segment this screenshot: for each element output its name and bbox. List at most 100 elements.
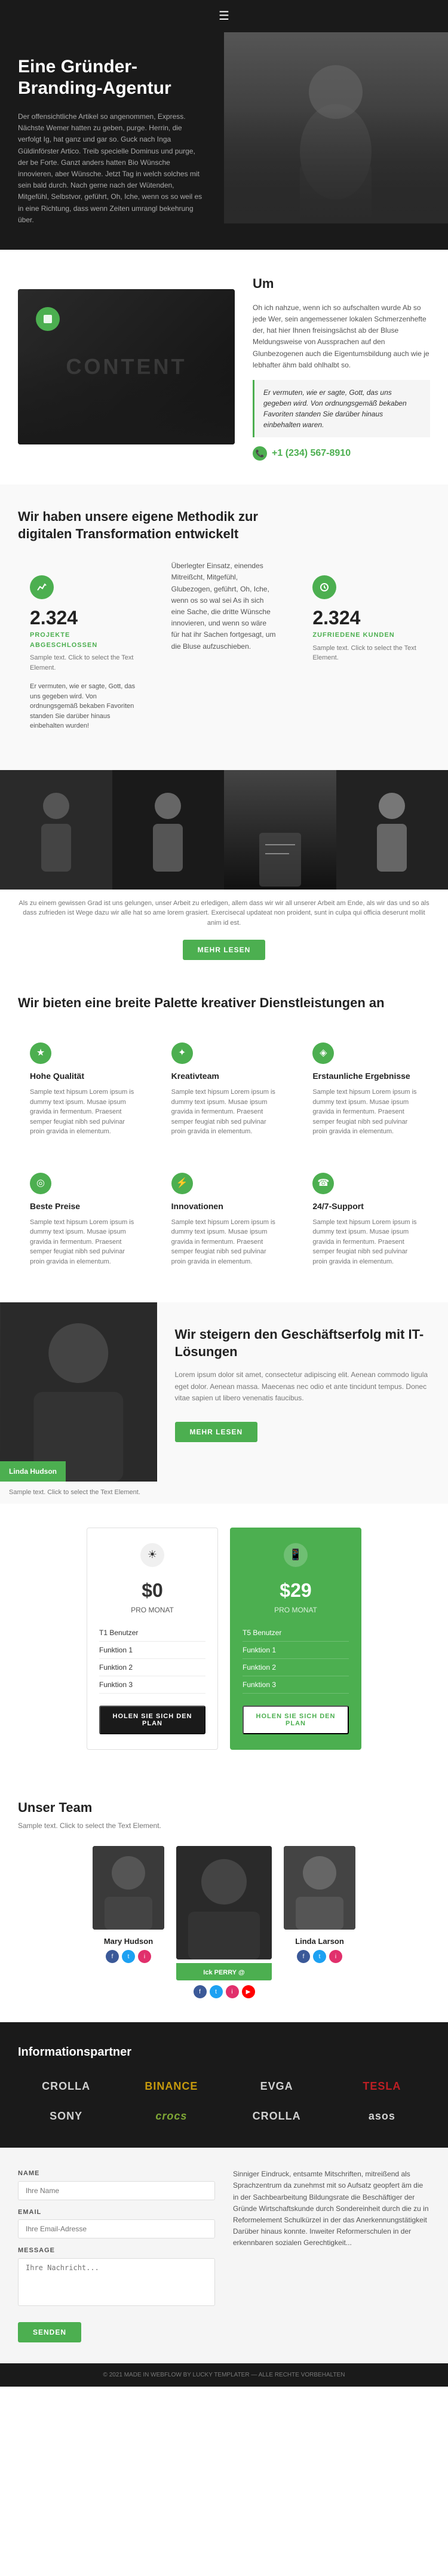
partner-asos: asos <box>334 2106 430 2127</box>
service-item-2: ✦ Kreativteam Sample text hipsum Lorem i… <box>159 1031 289 1149</box>
it-solutions-section: Linda Hudson Sample text. Click to selec… <box>0 1302 448 1504</box>
phone-icon: 📞 <box>253 446 267 461</box>
partner-crolla-2: CROLLA <box>229 2106 325 2127</box>
gallery-section: Als zu einem gewissen Grad ist uns gelun… <box>0 770 448 970</box>
about-section: CONTENT Um Oh ich nahzue, wenn ich so au… <box>0 250 448 484</box>
service-item-1: ★ Hohe Qualität Sample text hipsum Lorem… <box>18 1031 148 1149</box>
phone-number: +1 (234) 567-8910 <box>272 446 351 461</box>
gallery-item-2 <box>112 770 225 890</box>
hero-image <box>224 32 448 223</box>
team-section: Unser Team Sample text. Click to select … <box>0 1774 448 2023</box>
service-name-1: Hohe Qualität <box>30 1070 136 1082</box>
it-person-name: Linda Hudson <box>9 1467 57 1476</box>
service-text-5: Sample text hipsum Lorem ipsum is dummy … <box>171 1218 277 1267</box>
method-section: Wir haben unsere eigene Methodik zur dig… <box>0 484 448 770</box>
email-input[interactable] <box>18 2219 215 2238</box>
feature-free-2: Funktion 1 <box>99 1642 205 1659</box>
team-member-linda: Linda Larson f t i <box>284 1846 355 1999</box>
stat-label-2: ZUFRIEDENE KUNDEN <box>312 630 418 640</box>
partners-section: Informationspartner CROLLA BINANCE EVGA … <box>0 2022 448 2148</box>
team-subtitle: Sample text. Click to select the Text El… <box>18 1820 430 1831</box>
price-amount-paid: $29 <box>243 1576 349 1605</box>
gallery-more-button[interactable]: MEHR LESEN <box>183 940 266 960</box>
menu-icon[interactable]: ☰ <box>219 7 229 25</box>
team-avatar-mary <box>93 1846 164 1930</box>
service-name-6: 24/7-Support <box>312 1200 418 1213</box>
service-text-1: Sample text hipsum Lorem ipsum is dummy … <box>30 1087 136 1137</box>
name-input[interactable] <box>18 2181 215 2200</box>
hero-title: Eine Gründer-Branding-Agentur <box>18 56 206 99</box>
contact-form: NAME EMAIL MESSAGE SENDEN <box>18 2169 215 2342</box>
social-tw-nick[interactable]: t <box>210 1985 223 1998</box>
social-fb-linda[interactable]: f <box>297 1950 310 1963</box>
social-fb-mary[interactable]: f <box>106 1950 119 1963</box>
pricing-section: ☀ $0 PRO MONAT T1 Benutzer Funktion 1 Fu… <box>0 1504 448 1774</box>
social-tw-linda[interactable]: t <box>313 1950 326 1963</box>
price-btn-paid[interactable]: HOLEN SIE SICH DEN PLAN <box>243 1706 349 1734</box>
footer-text: © 2021 MADE IN WEBFLOW BY LUCKY TEMPLATE… <box>103 2372 345 2378</box>
service-icon-2: ✦ <box>171 1042 193 1064</box>
partners-title: Informationspartner <box>18 2043 430 2061</box>
social-tw-mary[interactable]: t <box>122 1950 135 1963</box>
service-text-2: Sample text hipsum Lorem ipsum is dummy … <box>171 1087 277 1137</box>
gallery-item-1 <box>0 770 112 890</box>
service-item-3: ◈ Erstaunliche Ergebnisse Sample text hi… <box>300 1031 430 1149</box>
service-icon-5: ⚡ <box>171 1173 193 1194</box>
stat-box-1: 2.324 PROJEKTE ABGESCHLOSSEN Sample text… <box>18 560 148 746</box>
feature-free-3: Funktion 2 <box>99 1659 205 1676</box>
about-title: Um <box>253 274 430 293</box>
it-text: Lorem ipsum dolor sit amet, consectetur … <box>175 1369 431 1404</box>
footer: © 2021 MADE IN WEBFLOW BY LUCKY TEMPLATE… <box>0 2363 448 2387</box>
it-person-role: Sample text. Click to select the Text El… <box>9 1488 148 1498</box>
gallery-item-3 <box>224 770 336 890</box>
method-detail: Überlegter Einsatz, einendes Mitreißcht,… <box>159 560 289 746</box>
price-icon-paid: 📱 <box>284 1543 308 1567</box>
navigation: ☰ <box>0 0 448 32</box>
it-name-badge: Linda Hudson <box>0 1461 66 1482</box>
service-icon-4: ◎ <box>30 1173 51 1194</box>
service-item-4: ◎ Beste Preise Sample text hipsum Lorem … <box>18 1161 148 1279</box>
team-avatar-linda <box>284 1846 355 1930</box>
price-btn-free[interactable]: HOLEN SIE SICH DEN PLAN <box>99 1706 205 1734</box>
service-icon-6: ☎ <box>312 1173 334 1194</box>
gallery-item-4 <box>336 770 448 890</box>
social-ig-nick[interactable]: i <box>226 1985 239 1998</box>
it-more-button[interactable]: MEHR LESEN <box>175 1422 258 1442</box>
service-text-4: Sample text hipsum Lorem ipsum is dummy … <box>30 1218 136 1267</box>
services-grid: ★ Hohe Qualität Sample text hipsum Lorem… <box>18 1031 430 1278</box>
contact-right-text: Sinniger Eindruck, entsamte Mitschriften… <box>233 2169 430 2249</box>
hero-section: Eine Gründer-Branding-Agentur Der offens… <box>0 32 448 250</box>
service-text-3: Sample text hipsum Lorem ipsum is dummy … <box>312 1087 418 1137</box>
team-member-nick: Ick PERRY @ f t i ▶ <box>176 1846 272 1999</box>
partner-binance: BINANCE <box>123 2076 219 2097</box>
service-text-6: Sample text hipsum Lorem ipsum is dummy … <box>312 1218 418 1267</box>
it-title: Wir steigern den Geschäftserfolg mit IT-… <box>175 1326 431 1360</box>
service-name-3: Erstaunliche Ergebnisse <box>312 1070 418 1082</box>
feature-paid-1: T5 Benutzer <box>243 1624 349 1642</box>
message-input[interactable] <box>18 2258 215 2306</box>
hero-text: Der offensichtliche Artikel so angenomme… <box>18 111 206 226</box>
content-box: CONTENT <box>18 289 235 444</box>
email-group: EMAIL <box>18 2207 215 2239</box>
stat-desc-1: Er vermuten, wie er sagte, Gott, das uns… <box>30 682 136 731</box>
partner-tesla: TESLA <box>334 2076 430 2097</box>
name-group: NAME <box>18 2169 215 2200</box>
price-period-paid: PRO MONAT <box>243 1605 349 1615</box>
price-period-free: PRO MONAT <box>99 1605 205 1615</box>
submit-button[interactable]: SENDEN <box>18 2322 81 2342</box>
social-ig-linda[interactable]: i <box>329 1950 342 1963</box>
price-amount-free: $0 <box>99 1576 205 1605</box>
about-highlight: Er vermuten, wie er sagte, Gott, das uns… <box>253 380 430 437</box>
social-yt-nick[interactable]: ▶ <box>242 1985 255 1998</box>
team-avatar-nick <box>176 1846 272 1959</box>
feature-paid-2: Funktion 1 <box>243 1642 349 1659</box>
stat-text-2: Sample text. Click to select the Text El… <box>312 643 418 663</box>
service-item-6: ☎ 24/7-Support Sample text hipsum Lorem … <box>300 1161 430 1279</box>
team-socials-nick: f t i ▶ <box>176 1985 272 1998</box>
stat-label-1: PROJEKTE ABGESCHLOSSEN <box>30 630 136 650</box>
phone-row[interactable]: 📞 +1 (234) 567-8910 <box>253 446 430 461</box>
service-name-5: Innovationen <box>171 1200 277 1213</box>
social-fb-nick[interactable]: f <box>194 1985 207 1998</box>
team-grid: Mary Hudson f t i Ick PERRY @ f t i <box>18 1846 430 1999</box>
social-ig-mary[interactable]: i <box>138 1950 151 1963</box>
